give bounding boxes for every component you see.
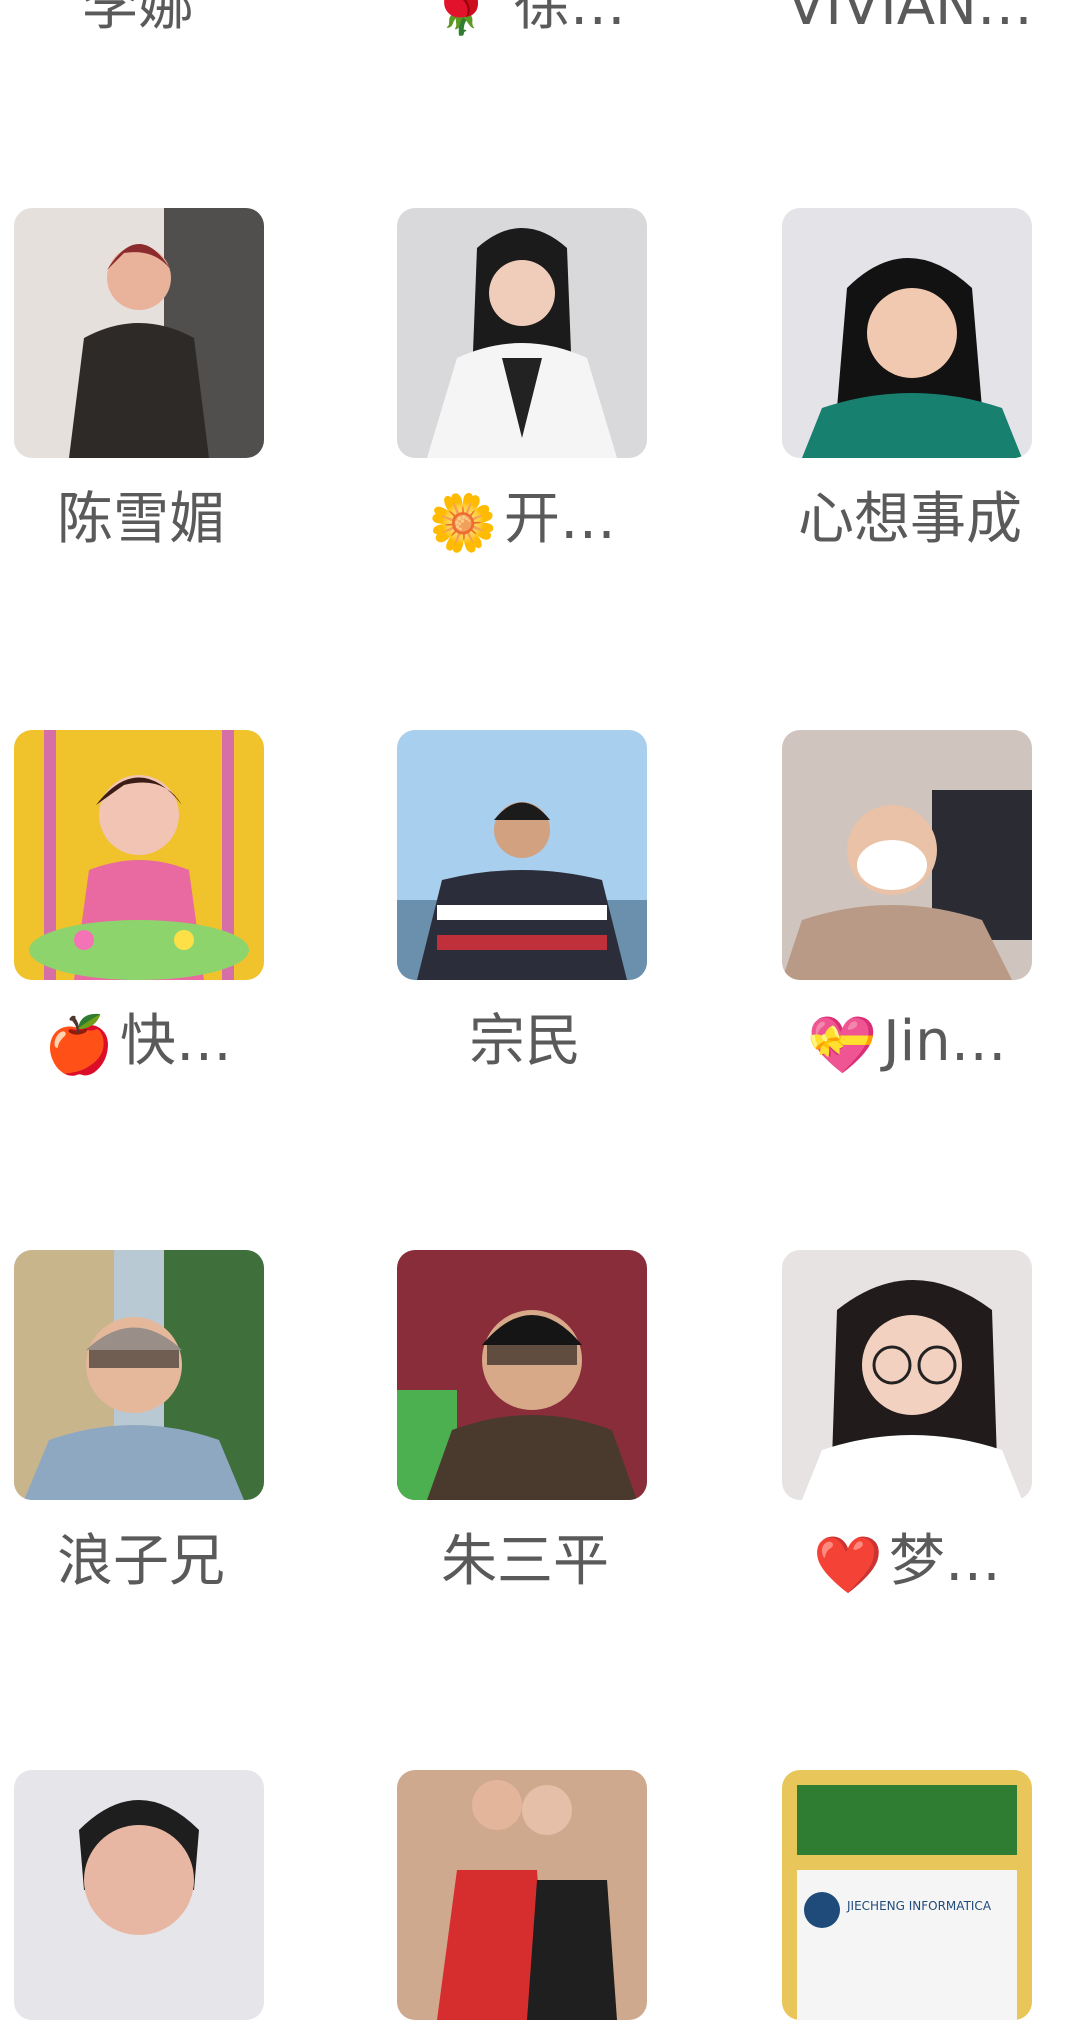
contact-name[interactable]: 朱三平 bbox=[362, 1526, 682, 1598]
person-avatar-icon bbox=[782, 730, 1032, 980]
contact-name[interactable]: 🌹 徐… bbox=[366, 0, 686, 42]
contact-avatar[interactable] bbox=[782, 730, 1032, 980]
contact-name-text: 宗民 bbox=[469, 1009, 581, 1074]
contact-name-text: 快… bbox=[119, 1009, 232, 1074]
contact-name-text: 浪子兄 bbox=[57, 1529, 225, 1594]
contact-name[interactable]: 心想事成 bbox=[747, 484, 1067, 556]
contact-avatar[interactable] bbox=[14, 208, 264, 458]
contact-avatar[interactable] bbox=[14, 730, 264, 980]
contact-name[interactable]: 李娜 bbox=[0, 0, 298, 42]
person-avatar-icon bbox=[14, 1250, 264, 1500]
contact-name[interactable]: ❤️ 梦… bbox=[747, 1526, 1067, 1602]
person-avatar-icon bbox=[397, 208, 647, 458]
contact-grid: 李娜 🌹 徐… VIVIAN… 陈雪媚 🌼 开… 心想事成 🍎 快… 宗民 💝 … bbox=[0, 0, 1080, 2020]
contact-name[interactable]: VIVIAN… bbox=[750, 0, 1070, 42]
contact-avatar[interactable] bbox=[397, 1250, 647, 1500]
contact-name[interactable]: 宗民 bbox=[362, 1006, 682, 1078]
contact-avatar[interactable] bbox=[782, 208, 1032, 458]
contact-name-text: Jin… bbox=[883, 1009, 1007, 1074]
contact-avatar[interactable] bbox=[397, 208, 647, 458]
contact-avatar[interactable]: JIECHENG INFORMATICA bbox=[782, 1770, 1032, 2020]
contact-name[interactable]: 陈雪媚 bbox=[0, 484, 298, 556]
contact-avatar[interactable] bbox=[397, 1770, 647, 2020]
contact-name[interactable]: 🍎 快… bbox=[0, 1006, 298, 1082]
person-avatar-icon bbox=[397, 730, 647, 980]
person-avatar-icon bbox=[397, 1250, 647, 1500]
contact-name[interactable]: 🌼 开… bbox=[362, 484, 682, 560]
contact-name[interactable]: 浪子兄 bbox=[0, 1526, 298, 1598]
person-avatar-icon bbox=[782, 208, 1032, 458]
flower-emoji-icon: 🌼 bbox=[428, 491, 498, 556]
person-avatar-icon bbox=[14, 208, 264, 458]
contact-name-text: 心想事成 bbox=[798, 487, 1022, 552]
apple-emoji-icon: 🍎 bbox=[44, 1013, 114, 1078]
contact-avatar[interactable] bbox=[782, 1250, 1032, 1500]
contact-name-text: 梦… bbox=[888, 1529, 1001, 1594]
contact-avatar[interactable] bbox=[14, 1770, 264, 2020]
heart-gift-emoji-icon: 💝 bbox=[807, 1013, 878, 1078]
person-avatar-icon bbox=[14, 1770, 264, 2020]
contact-name-text: 陈雪媚 bbox=[57, 487, 225, 552]
person-avatar-icon bbox=[782, 1250, 1032, 1500]
sign-avatar-icon: JIECHENG INFORMATICA bbox=[782, 1770, 1032, 2020]
person-avatar-icon bbox=[14, 730, 264, 980]
contact-avatar[interactable] bbox=[14, 1250, 264, 1500]
heart-emoji-icon: ❤️ bbox=[813, 1533, 883, 1598]
contact-name-text: 开… bbox=[503, 487, 616, 552]
contact-name[interactable]: 💝 Jin… bbox=[747, 1006, 1067, 1082]
sign-text: JIECHENG INFORMATICA bbox=[846, 1899, 992, 1913]
contact-name-text: 朱三平 bbox=[441, 1529, 609, 1594]
person-avatar-icon bbox=[397, 1770, 647, 2020]
contact-avatar[interactable] bbox=[397, 730, 647, 980]
